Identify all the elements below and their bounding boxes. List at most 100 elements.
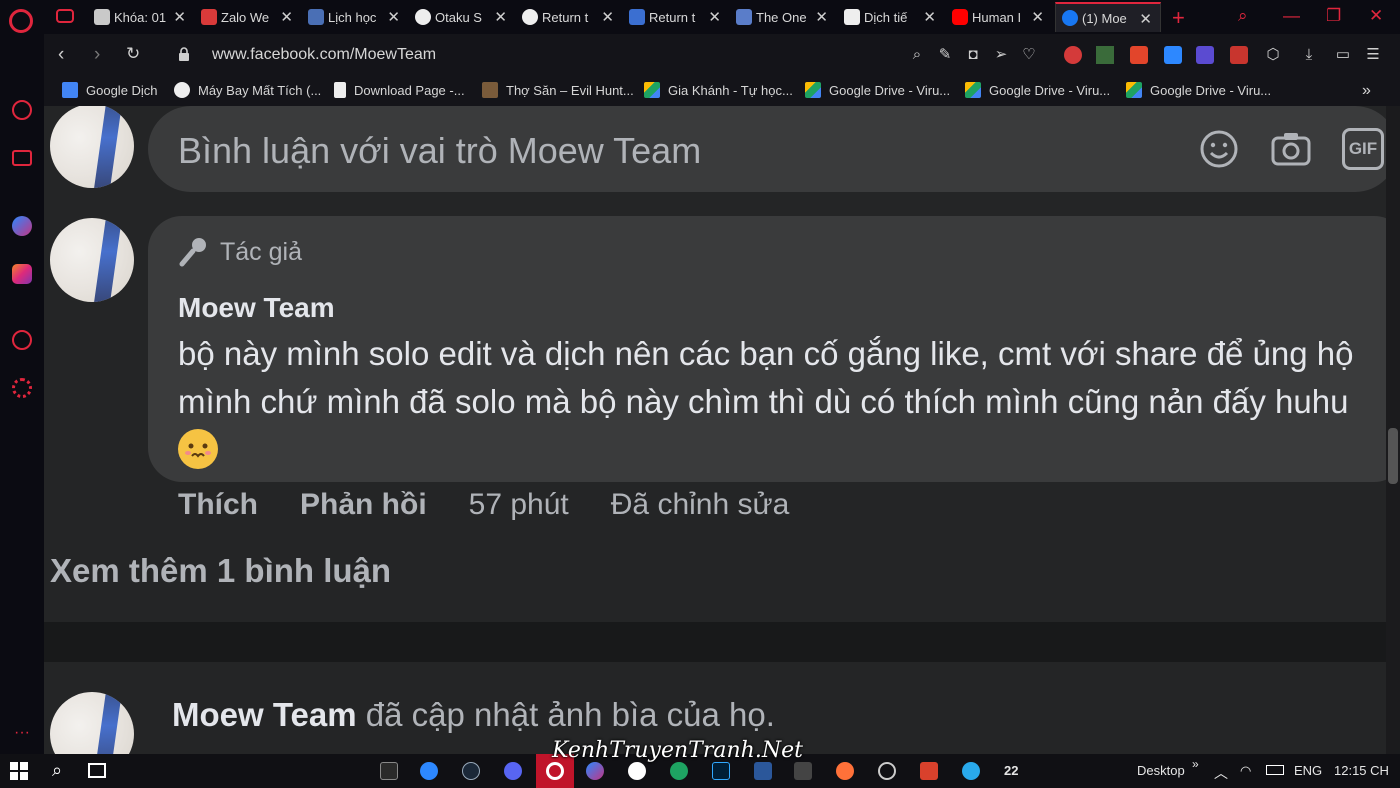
bookmarks-overflow-button[interactable]: » (1362, 82, 1371, 100)
firefox-icon[interactable] (836, 762, 854, 780)
post-author[interactable]: Moew Team (172, 696, 357, 733)
close-icon[interactable]: ✕ (173, 8, 186, 26)
bookmark-item[interactable]: Google Dịch (62, 82, 158, 98)
bookmark-item[interactable]: Máy Bay Mất Tích (... (174, 82, 321, 98)
tab-2[interactable]: Zalo We ✕ (195, 2, 301, 32)
reply-button[interactable]: Phản hồi (300, 488, 427, 522)
reload-button[interactable]: ↻ (126, 44, 140, 64)
bookmark-item[interactable]: Google Drive - Viru... (965, 82, 1110, 98)
tab-8[interactable]: Dịch tiế ✕ (838, 2, 944, 32)
comment-timestamp[interactable]: 57 phút (469, 488, 569, 522)
tab-4[interactable]: Otaku S ✕ (409, 2, 515, 32)
close-icon[interactable]: ✕ (1031, 8, 1044, 26)
battery-saver-icon[interactable]: ▭ (1334, 46, 1352, 64)
camera-icon[interactable] (1270, 128, 1312, 170)
easy-setup-icon[interactable]: ☰ (1364, 46, 1382, 64)
desktop-toolbar-label[interactable]: Desktop (1137, 763, 1185, 778)
extension-purple-icon[interactable] (1196, 46, 1214, 64)
close-icon[interactable]: ✕ (1139, 10, 1152, 28)
tab-3[interactable]: Lịch học ✕ (302, 2, 408, 32)
new-tab-button[interactable]: + (1172, 5, 1185, 31)
battery-icon[interactable] (1266, 765, 1284, 775)
app-icon[interactable] (920, 762, 938, 780)
extension-book-icon[interactable] (1230, 46, 1248, 64)
search-icon[interactable]: ⌕ (1238, 6, 1248, 26)
like-button[interactable]: Thích (178, 488, 258, 522)
tab-9[interactable]: Human I ✕ (946, 2, 1052, 32)
comment-input[interactable]: Bình luận với vai trò Moew Team GIF (148, 106, 1386, 192)
emoji-icon[interactable] (1198, 128, 1240, 170)
scrollbar[interactable] (1386, 106, 1400, 754)
tab-1[interactable]: Khóa: 01 ✕ (88, 2, 194, 32)
close-icon[interactable]: ✕ (494, 8, 507, 26)
camera-icon[interactable]: ◘ (964, 46, 982, 64)
clock[interactable]: 12:15 CH (1334, 763, 1389, 778)
app-icon[interactable] (628, 762, 646, 780)
edit-icon[interactable]: ✎ (936, 46, 954, 64)
bookmark-item[interactable]: Google Drive - Viru... (805, 82, 950, 98)
tab-active-facebook[interactable]: (1) Moe ✕ (1055, 2, 1161, 32)
avatar[interactable] (50, 106, 134, 188)
package-icon[interactable]: ⬡ (1264, 46, 1282, 64)
workspaces-icon[interactable] (12, 150, 32, 166)
steam-icon[interactable] (462, 762, 480, 780)
settings-icon[interactable] (12, 378, 32, 398)
app-icon[interactable] (878, 762, 896, 780)
taskbar-badge[interactable]: 22 (1004, 763, 1018, 778)
scrollbar-thumb[interactable] (1388, 428, 1398, 484)
avatar[interactable] (50, 218, 134, 302)
extension-red-icon[interactable] (1130, 46, 1148, 64)
close-icon[interactable]: ✕ (601, 8, 614, 26)
comment-author[interactable]: Moew Team (178, 292, 335, 324)
close-icon[interactable]: ✕ (280, 8, 293, 26)
download-extension-icon[interactable] (1164, 46, 1182, 64)
search-page-icon[interactable]: ⌕ (908, 46, 926, 64)
wifi-icon[interactable]: ◠ (1240, 763, 1251, 779)
bookmark-item[interactable]: Google Drive - Viru... (1126, 82, 1271, 98)
edited-label[interactable]: Đã chỉnh sửa (611, 488, 790, 522)
close-icon[interactable]: ✕ (387, 8, 400, 26)
speed-dial-icon[interactable] (12, 100, 32, 120)
history-icon[interactable] (12, 330, 32, 350)
chevron-up-icon[interactable]: ︿ (1214, 763, 1228, 783)
windows-start-icon[interactable] (10, 762, 28, 780)
close-window-button[interactable]: ✕ (1369, 6, 1383, 26)
avatar[interactable] (50, 692, 134, 754)
app-icon[interactable] (670, 762, 688, 780)
app-icon[interactable] (794, 762, 812, 780)
close-icon[interactable]: ✕ (815, 8, 828, 26)
forward-button[interactable]: › (94, 44, 100, 66)
instagram-icon[interactable] (12, 264, 32, 284)
heart-icon[interactable]: ♡ (1020, 46, 1038, 64)
close-icon[interactable]: ✕ (923, 8, 936, 26)
close-icon[interactable]: ✕ (708, 8, 721, 26)
extension-cube-icon[interactable] (1096, 46, 1114, 64)
search-icon[interactable]: ⌕ (52, 760, 62, 781)
tab-5[interactable]: Return t ✕ (516, 2, 622, 32)
telegram-icon[interactable] (962, 762, 980, 780)
tab-7[interactable]: The One ✕ (730, 2, 836, 32)
gif-button[interactable]: GIF (1342, 128, 1384, 170)
app-icon[interactable] (420, 762, 438, 780)
view-more-comments-link[interactable]: Xem thêm 1 bình luận (50, 552, 391, 590)
word-icon[interactable] (754, 762, 772, 780)
gamepad-icon[interactable] (56, 9, 74, 23)
minimize-button[interactable]: — (1283, 6, 1300, 26)
language-indicator[interactable]: ENG (1294, 763, 1322, 778)
messenger-icon[interactable] (586, 762, 604, 780)
url-field[interactable]: www.facebook.com/MoewTeam (212, 46, 436, 64)
opera-menu-icon[interactable] (9, 9, 33, 33)
restore-button[interactable]: ❐ (1326, 6, 1341, 26)
send-icon[interactable]: ➢ (992, 46, 1010, 64)
tab-6[interactable]: Return t ✕ (623, 2, 729, 32)
desktop-toolbar-chevron[interactable]: » (1192, 757, 1199, 771)
messenger-icon[interactable] (12, 216, 32, 236)
back-button[interactable]: ‹ (58, 44, 64, 66)
bookmark-item[interactable]: Gia Khánh - Tự học... (644, 82, 793, 98)
photoshop-icon[interactable] (712, 762, 730, 780)
bookmark-item[interactable]: Download Page -... (334, 82, 465, 98)
task-view-icon[interactable] (88, 763, 106, 778)
downloads-icon[interactable]: ⤓ (1300, 46, 1318, 64)
epic-games-icon[interactable] (380, 762, 398, 780)
discord-icon[interactable] (504, 762, 522, 780)
